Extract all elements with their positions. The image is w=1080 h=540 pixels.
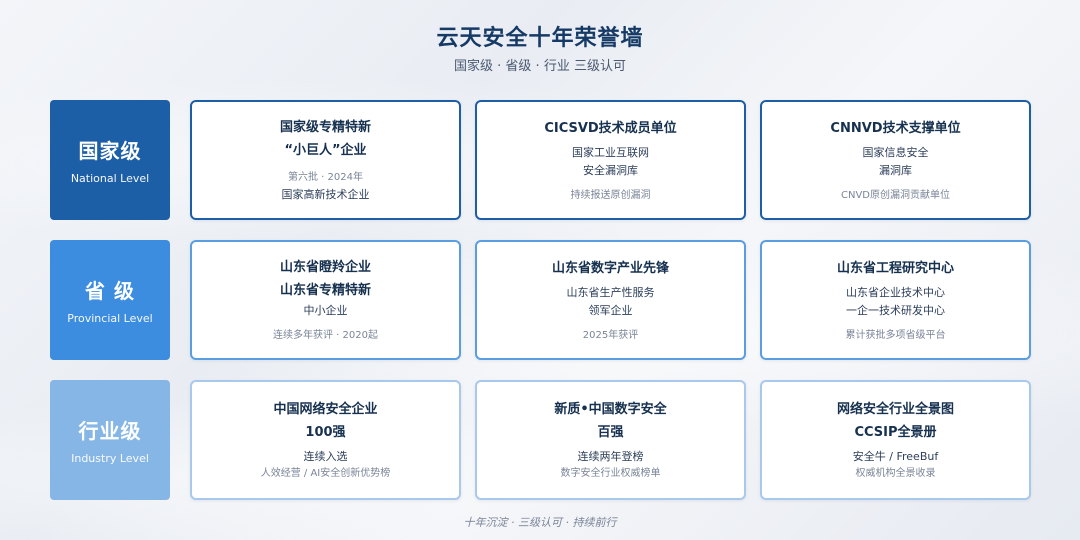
- card-line: 山东省生产性服务: [566, 285, 655, 299]
- level-badge-national: 国家级 National Level: [50, 100, 170, 220]
- card-title: CNNVD技术支撑单位: [830, 120, 961, 136]
- level-english: National Level: [70, 172, 150, 185]
- page-title: 云天安全十年荣誉墙: [436, 26, 644, 51]
- card-title: CICSVD技术成员单位: [544, 120, 677, 136]
- honor-card-cicsvd: CICSVD技术成员单位 国家工业互联网 安全漏洞库 持续报送原创漏洞: [475, 100, 746, 220]
- card-note: 2025年获评: [582, 329, 639, 341]
- card-note: CNVD原创漏洞贡献单位: [840, 189, 950, 201]
- card-title: 100强: [305, 425, 346, 440]
- card-line: 中小企业: [303, 304, 348, 317]
- level-badge-provincial: 省 级 Provincial Level: [50, 240, 170, 360]
- card-title: 山东省专精特新: [279, 283, 371, 298]
- card-title: 山东省工程研究中心: [836, 260, 954, 276]
- card-line: 连续两年登榜: [577, 450, 644, 463]
- card-note: 持续报送原创漏洞: [570, 189, 651, 201]
- card-note: 第六批 · 2024年: [288, 172, 363, 183]
- honor-card-cnnvd: CNNVD技术支撑单位 国家信息安全 漏洞库 CNVD原创漏洞贡献单位: [760, 100, 1031, 220]
- page-subtitle: 国家级 · 省级 · 行业 三级认可: [454, 59, 626, 74]
- honor-card-digital-pioneer: 山东省数字产业先锋 山东省生产性服务 领军企业 2025年获评: [475, 240, 746, 360]
- card-title: 百强: [597, 425, 624, 440]
- card-note: 累计获批多项省级平台: [845, 329, 946, 341]
- level-name: 行业级: [78, 419, 142, 443]
- row-national: 国家级 National Level 国家级专精特新 “小巨人”企业 第六批 ·…: [50, 100, 1031, 220]
- card-line: 山东省企业技术中心: [846, 285, 945, 299]
- card-note: 人效经营 / AI安全创新优势榜: [260, 468, 391, 479]
- honor-card-digital-security-100: 新质•中国数字安全 百强 连续两年登榜 数字安全行业权威榜单: [475, 380, 746, 500]
- card-note: 连续多年获评 · 2020起: [273, 330, 378, 341]
- card-line: 连续入选: [303, 450, 348, 463]
- card-title: 山东省瞪羚企业: [279, 260, 371, 275]
- card-title: CCSIP全景册: [854, 425, 937, 440]
- level-name: 国家级: [78, 139, 142, 163]
- card-title: 新质•中国数字安全: [554, 402, 667, 417]
- honor-card-ccsip: 网络安全行业全景图 CCSIP全景册 安全牛 / FreeBuf 权威机构全景收…: [760, 380, 1031, 500]
- card-title: 中国网络安全企业: [273, 402, 378, 417]
- level-english: Provincial Level: [67, 312, 153, 325]
- level-name: 省 级: [85, 279, 135, 303]
- level-badge-industry: 行业级 Industry Level: [50, 380, 170, 500]
- level-english: Industry Level: [71, 452, 149, 465]
- card-title: 网络安全行业全景图: [836, 402, 954, 417]
- honor-card-engineering-center: 山东省工程研究中心 山东省企业技术中心 一企一技术研发中心 累计获批多项省级平台: [760, 240, 1031, 360]
- row-industry: 行业级 Industry Level 中国网络安全企业 100强 连续入选 人效…: [50, 380, 1031, 500]
- footer-tagline: 十年沉淀 · 三级认可 · 持续前行: [463, 516, 617, 529]
- honor-card-little-giant: 国家级专精特新 “小巨人”企业 第六批 · 2024年 国家高新技术企业: [190, 100, 461, 220]
- card-line: 国家高新技术企业: [281, 188, 370, 201]
- card-line: 一企一技术研发中心: [846, 303, 945, 317]
- card-line: 国家信息安全: [862, 145, 929, 159]
- card-line: 国家工业互联网: [572, 145, 649, 159]
- card-note: 权威机构全景收录: [855, 468, 936, 479]
- card-line: 领军企业: [588, 303, 633, 317]
- row-provincial: 省 级 Provincial Level 山东省瞪羚企业 山东省专精特新 中小企…: [50, 240, 1031, 360]
- card-title: 山东省数字产业先锋: [551, 260, 669, 276]
- honor-card-top100: 中国网络安全企业 100强 连续入选 人效经营 / AI安全创新优势榜: [190, 380, 461, 500]
- honor-card-gazelle: 山东省瞪羚企业 山东省专精特新 中小企业 连续多年获评 · 2020起: [190, 240, 461, 360]
- card-title: “小巨人”企业: [284, 143, 367, 158]
- card-line: 安全牛 / FreeBuf: [852, 450, 939, 463]
- card-line: 安全漏洞库: [583, 163, 638, 177]
- card-note: 数字安全行业权威榜单: [560, 468, 661, 479]
- card-line: 漏洞库: [879, 163, 912, 177]
- card-title: 国家级专精特新: [279, 120, 371, 135]
